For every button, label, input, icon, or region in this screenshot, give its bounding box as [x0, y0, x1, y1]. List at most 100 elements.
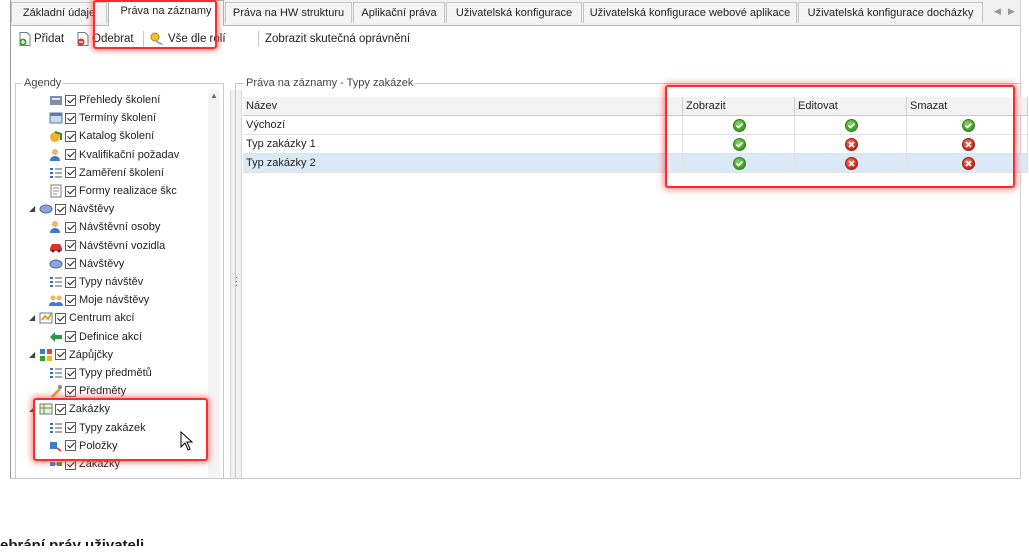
tree-item-checkbox[interactable]: [65, 94, 76, 106]
tree-item[interactable]: Položky: [49, 437, 118, 455]
tree-item-checkbox[interactable]: [65, 331, 76, 343]
tree-item[interactable]: ◢ Návštěvy: [29, 200, 114, 218]
tree-expand-icon[interactable]: ◢: [29, 200, 37, 218]
tree-item-checkbox[interactable]: [65, 167, 76, 179]
tree-item[interactable]: Zaměření školení: [49, 164, 164, 182]
table-row[interactable]: Typ zakázky 2: [243, 154, 1028, 173]
delete-permission-cell[interactable]: [907, 116, 1028, 134]
column-header-view[interactable]: Zobrazit: [683, 97, 795, 116]
view-permission-cell[interactable]: [683, 154, 795, 172]
tree-expand-icon[interactable]: ◢: [29, 346, 37, 364]
denied-icon: [962, 138, 975, 151]
tree-item[interactable]: ◢ Centrum akcí: [29, 309, 134, 327]
tree-item-label: Definice akcí: [79, 330, 142, 343]
tree-item[interactable]: Typy předmětů: [49, 364, 152, 382]
column-header-edit[interactable]: Editovat: [795, 97, 907, 116]
all-by-roles-label: Vše dle rolí: [168, 33, 226, 45]
order-link-icon: [50, 462, 62, 467]
tree-item[interactable]: Termíny školení: [49, 109, 156, 127]
show-effective-rights-button[interactable]: Zobrazit skutečná oprávnění: [265, 30, 410, 48]
tree-expand-icon[interactable]: ◢: [29, 309, 37, 327]
tab-application-rights[interactable]: Aplikační práva: [353, 2, 445, 23]
remove-icon: [77, 31, 89, 46]
tree-item-checkbox[interactable]: [65, 294, 76, 306]
tree-item-checkbox[interactable]: [55, 312, 66, 324]
tab-scroll-left-icon[interactable]: ◀: [994, 6, 1001, 17]
tree-item[interactable]: Zakázky: [49, 455, 120, 473]
tree-item[interactable]: Typy zakázek: [49, 419, 146, 437]
denied-icon: [845, 138, 858, 151]
loan-icon: [40, 348, 52, 361]
tree-item[interactable]: Katalog školení: [49, 127, 154, 145]
tree-item-checkbox[interactable]: [65, 185, 76, 197]
tree-item-checkbox[interactable]: [65, 258, 76, 270]
tree-item[interactable]: Kvalifikační požadav: [49, 146, 179, 164]
tree-item-label: Moje návštěvy: [79, 294, 150, 307]
column-header-name[interactable]: Název: [243, 97, 683, 116]
calendar-icon: [49, 112, 63, 124]
tree-item[interactable]: Přehledy školení: [49, 91, 160, 109]
table-row[interactable]: Typ zakázky 1: [243, 135, 1028, 154]
view-permission-cell[interactable]: [683, 116, 795, 134]
tree-item-checkbox[interactable]: [65, 422, 76, 434]
tree-item-checkbox[interactable]: [55, 403, 66, 415]
tree-item-checkbox[interactable]: [65, 221, 76, 233]
book-icon: [39, 204, 53, 214]
tree-item-checkbox[interactable]: [65, 367, 76, 379]
agenda-tree-scrollbar[interactable]: ▲: [208, 89, 220, 478]
tree-item-label: Typy návštěv: [79, 276, 144, 289]
tree-expand-icon[interactable]: ◢: [29, 400, 37, 418]
tree-item[interactable]: Návštěvní vozidla: [49, 237, 165, 255]
book-icon: [49, 259, 63, 269]
tree-item[interactable]: ◢ Zakázky: [29, 400, 110, 418]
person-icon: [50, 148, 60, 161]
tab-scroll-right-icon[interactable]: ▶: [1008, 6, 1015, 17]
add-label: Přidat: [34, 33, 65, 45]
tree-item-checkbox[interactable]: [55, 349, 66, 361]
table-row[interactable]: Výchozí: [243, 116, 1028, 135]
tree-item-label: Zakázky: [79, 458, 120, 471]
tree-item[interactable]: Definice akcí: [49, 328, 142, 346]
tree-item-label: Centrum akcí: [69, 312, 135, 325]
delete-permission-cell[interactable]: [907, 154, 1028, 172]
allowed-icon: [845, 119, 858, 132]
edit-permission-cell[interactable]: [795, 154, 907, 172]
column-header-delete[interactable]: Smazat: [907, 97, 1028, 116]
delete-permission-cell[interactable]: [907, 135, 1028, 153]
tree-item[interactable]: Návštěvy: [49, 255, 124, 273]
car-icon: [50, 243, 62, 253]
tree-item-checkbox[interactable]: [65, 240, 76, 252]
tree-item-checkbox[interactable]: [65, 130, 76, 142]
tree-item-label: Katalog školení: [79, 130, 155, 143]
tab-user-config[interactable]: Uživatelská konfigurace: [446, 2, 582, 23]
all-by-roles-button[interactable]: Vše dle rolí: [149, 30, 226, 48]
tab-attendance-config[interactable]: Uživatelská konfigurace docházky: [798, 2, 983, 23]
tree-item[interactable]: Předměty: [49, 382, 126, 400]
tree-item[interactable]: Typy návštěv: [49, 273, 143, 291]
tree-item[interactable]: Formy realizace škc: [49, 182, 177, 200]
tree-item-checkbox[interactable]: [65, 276, 76, 288]
tree-item-checkbox[interactable]: [65, 385, 76, 397]
tree-item-checkbox[interactable]: [65, 440, 76, 452]
tab-web-app-config[interactable]: Uživatelská konfigurace webové aplikace: [583, 2, 797, 23]
tree-item-checkbox[interactable]: [55, 203, 66, 215]
allowed-icon: [962, 119, 975, 132]
edit-permission-cell[interactable]: [795, 135, 907, 153]
edit-permission-cell[interactable]: [795, 116, 907, 134]
items-icon: [50, 441, 62, 452]
list-icon: [50, 167, 62, 178]
tree-item[interactable]: Návštěvní osoby: [49, 218, 160, 236]
remove-button[interactable]: Odebrat: [77, 30, 134, 48]
add-button[interactable]: Přidat: [19, 30, 64, 48]
view-permission-cell[interactable]: [683, 135, 795, 153]
tab-basic-data[interactable]: Základní údaje: [11, 2, 107, 23]
tree-item[interactable]: ◢ Zápůjčky: [29, 346, 113, 364]
list-icon: [50, 368, 62, 379]
tab-hw-structure-rights[interactable]: Práva na HW strukturu: [225, 2, 352, 23]
tab-record-rights[interactable]: Práva na záznamy: [108, 0, 224, 26]
tree-item[interactable]: Moje návštěvy: [49, 291, 149, 309]
scroll-up-icon[interactable]: ▲: [210, 91, 218, 100]
tree-item-checkbox[interactable]: [65, 112, 76, 124]
tree-item-checkbox[interactable]: [65, 458, 76, 470]
tree-item-checkbox[interactable]: [65, 149, 76, 161]
